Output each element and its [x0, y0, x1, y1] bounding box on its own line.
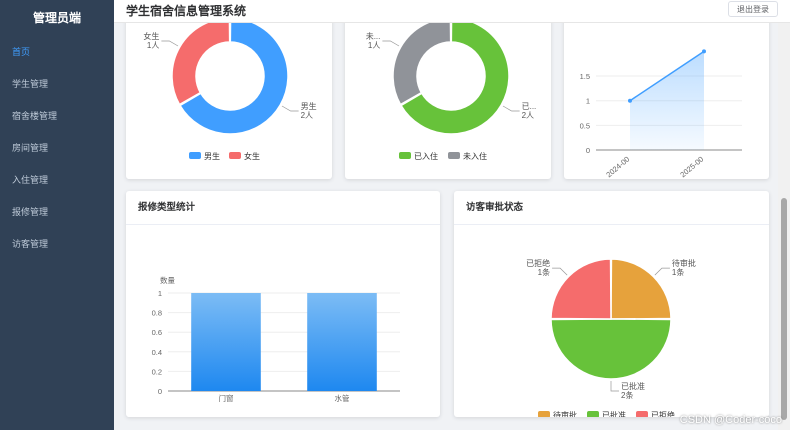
- watermark: CSDN @Coder-coco: [679, 414, 782, 426]
- slice-label: 已批准: [621, 381, 645, 391]
- legend-swatch: [399, 152, 411, 159]
- y-tick-label: 0: [158, 387, 162, 396]
- page-title: 学生宿舍信息管理系统: [126, 4, 247, 18]
- legend-label: 已拒绝: [651, 410, 675, 417]
- y-tick-label: 0.4: [152, 348, 162, 357]
- slice-label: 2人: [522, 111, 534, 120]
- pie-slice: [550, 318, 672, 380]
- occupancy-chart-card: 已... 2人 未... 1人已入住 未入住: [345, 23, 551, 179]
- bar: [191, 293, 261, 391]
- y-tick-label: 0: [586, 146, 590, 155]
- sidebar-item-rooms[interactable]: 房间管理: [0, 132, 114, 164]
- label-leader-line: [382, 40, 400, 47]
- legend-label: 已批准: [602, 410, 626, 417]
- slice-label: 未...: [366, 31, 381, 41]
- y-tick-label: 1.5: [580, 72, 590, 81]
- occupancy-donut-chart: 已...2人 未...1人已入住 未入住: [366, 23, 537, 161]
- repair-type-bar-chart: 0 0.2 0.4 0.6 0.8 1 数量门窗 水管: [152, 275, 400, 403]
- area-fill: [630, 51, 704, 150]
- sidebar-item-buildings[interactable]: 宿舍楼管理: [0, 100, 114, 132]
- y-tick-label: 1: [586, 97, 590, 106]
- x-tick-label: 2024-00: [604, 155, 631, 179]
- data-point: [628, 98, 632, 103]
- dashboard-content: 男生 2人 女生 1人 男生 女生 已... 2人 未... 1人 已入住 未入住 0 0.5 1 1.5…: [114, 23, 778, 430]
- slice-label: 1人: [147, 41, 159, 50]
- repair-type-title: 报修类型统计: [126, 191, 440, 225]
- header: 学生宿舍信息管理系统 退出登录: [114, 0, 790, 23]
- sidebar-item-repairs[interactable]: 报修管理: [0, 196, 114, 228]
- bar: [307, 293, 377, 391]
- x-tick-label: 2025-00: [678, 155, 705, 179]
- trend-chart-card: 0 0.5 1 1.5 2024-00 2025-00: [564, 23, 769, 179]
- gender-chart-card: 男生 2人 女生 1人 男生 女生: [126, 23, 332, 179]
- pie-slice: [392, 23, 452, 106]
- x-tick-label: 门窗: [219, 393, 234, 403]
- legend-label: 未入住: [463, 151, 487, 161]
- brand-title: 管理员端: [32, 11, 81, 25]
- sidebar-item-students[interactable]: 学生管理: [0, 68, 114, 100]
- y-tick-label: 0.8: [152, 309, 162, 318]
- visitor-approval-title: 访客审批状态: [454, 191, 769, 225]
- slice-label: 已...: [522, 102, 537, 111]
- legend-swatch: [448, 152, 460, 159]
- x-tick-label: 水管: [335, 393, 350, 403]
- legend-label: 男生: [204, 151, 220, 161]
- legend-swatch: [538, 411, 550, 417]
- slice-label: 2人: [301, 111, 313, 120]
- sidebar: 管理员端 首页 学生管理 宿舍楼管理 房间管理 入住管理 报修管理 访客管理: [0, 0, 114, 430]
- label-leader-line: [654, 267, 670, 276]
- label-leader-line: [161, 40, 179, 47]
- label-leader-line: [502, 105, 520, 112]
- label-leader-line: [552, 267, 568, 276]
- sidebar-item-checkin[interactable]: 入住管理: [0, 164, 114, 196]
- visitor-approval-pie-chart: 待审批1条已批准2条已拒绝1条待审批 已批准 已拒绝: [526, 258, 696, 417]
- label-leader-line: [610, 381, 619, 392]
- gender-donut-chart: 男生2人女生1人男生 女生: [143, 23, 317, 161]
- y-tick-label: 0.2: [152, 367, 162, 376]
- scrollbar-thumb[interactable]: [781, 198, 787, 420]
- legend-label: 女生: [244, 151, 260, 161]
- y-axis-label: 数量: [160, 275, 175, 285]
- data-point: [702, 49, 706, 54]
- y-tick-label: 0.5: [580, 121, 590, 130]
- sidebar-item-visitors[interactable]: 访客管理: [0, 228, 114, 260]
- y-tick-label: 1: [158, 289, 162, 298]
- slice-label: 1条: [672, 267, 684, 277]
- visitor-approval-card: 访客审批状态 待审批 1条 已批准 2条 已拒绝 1条 待审批 已批准 已拒绝: [454, 191, 769, 417]
- slice-label: 1条: [538, 267, 550, 277]
- label-leader-line: [281, 105, 299, 112]
- slice-label: 待审批: [672, 258, 696, 268]
- legend-swatch: [587, 411, 599, 417]
- legend-label: 待审批: [553, 410, 577, 417]
- slice-label: 2条: [621, 390, 633, 400]
- slice-label: 男生: [301, 101, 317, 111]
- trend-area-chart: 0 0.5 1 1.5 2024-00 2025-00: [580, 49, 742, 179]
- legend-swatch: [229, 152, 241, 159]
- legend-swatch: [189, 152, 201, 159]
- legend-swatch: [636, 411, 648, 417]
- sidebar-item-home[interactable]: 首页: [0, 36, 114, 68]
- repair-type-card: 报修类型统计 0 0.2 0.4 0.6 0.8 1 数量门窗 水管: [126, 191, 440, 417]
- y-tick-label: 0.6: [152, 328, 162, 337]
- slice-label: 1人: [368, 41, 380, 50]
- logout-button[interactable]: 退出登录: [728, 1, 778, 17]
- slice-label: 女生: [143, 31, 159, 41]
- slice-label: 已拒绝: [526, 258, 550, 268]
- legend-label: 已入住: [414, 151, 438, 161]
- pie-slice: [171, 23, 231, 106]
